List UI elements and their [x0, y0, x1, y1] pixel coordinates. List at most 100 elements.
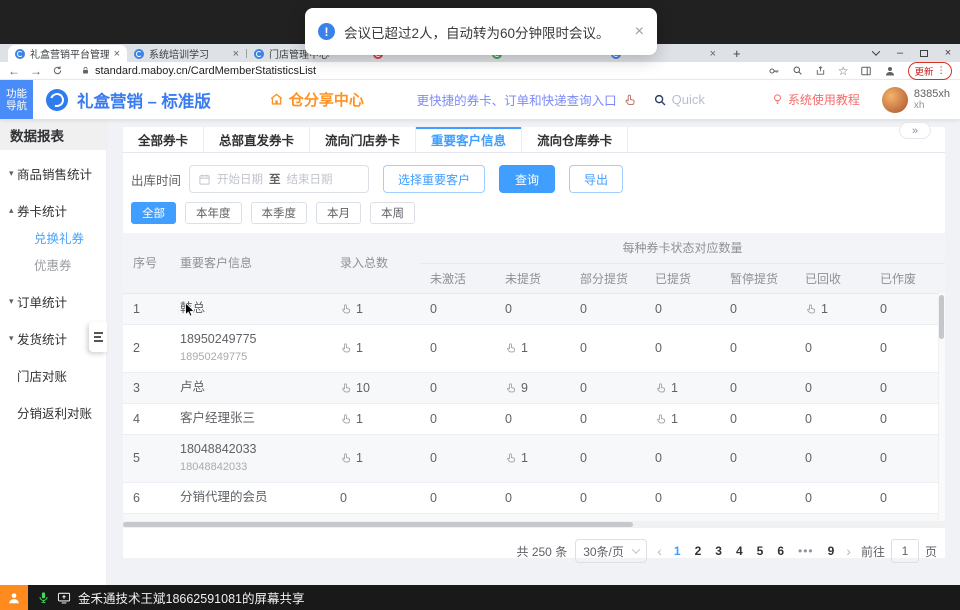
tab-all-cards[interactable]: 全部券卡	[123, 127, 204, 152]
page-number[interactable]: 3	[715, 544, 722, 558]
cell-count[interactable]: 1	[795, 293, 870, 324]
cell-count: 0	[570, 372, 645, 403]
cell-count[interactable]: 10	[330, 372, 420, 403]
user-menu[interactable]: 8385xh xh	[882, 87, 950, 113]
page-number[interactable]: 6	[777, 544, 784, 558]
sidebar-item-exchange-voucher[interactable]: 兑换礼券	[0, 224, 106, 251]
side-panel-icon[interactable]	[860, 65, 872, 77]
goto-unit: 页	[925, 543, 937, 560]
microphone-icon[interactable]	[37, 591, 50, 604]
key-icon[interactable]	[768, 65, 780, 77]
page-number[interactable]: 2	[695, 544, 702, 558]
cell-count[interactable]: 1	[495, 324, 570, 372]
chrome-update-button[interactable]: 更新 ⋮	[908, 62, 952, 80]
cell-count[interactable]: 1	[645, 513, 720, 521]
cell-count[interactable]: 1	[330, 434, 420, 482]
quick-entry-link[interactable]: 更快捷的券卡、订单和快递查询入口	[417, 90, 637, 109]
export-button[interactable]: 导出	[569, 165, 623, 193]
sidebar-item-product-sales[interactable]: ▾ 商品销售统计	[0, 160, 106, 187]
tab-hq-direct-cards[interactable]: 总部直发券卡	[204, 127, 310, 152]
tab-close-icon[interactable]: ×	[233, 48, 239, 60]
prev-page-icon[interactable]: ‹	[655, 543, 664, 559]
page-number[interactable]: 1	[674, 544, 681, 558]
quick-search[interactable]: Quick	[653, 92, 705, 107]
back-icon[interactable]: ←	[8, 64, 20, 78]
page-number[interactable]: 5	[757, 544, 764, 558]
date-range-input[interactable]: 开始日期 至 结束日期	[189, 165, 369, 193]
close-button[interactable]: ×	[936, 44, 960, 62]
browser-tab-giftbox[interactable]: 礼盒营销平台管理中心 ×	[8, 45, 127, 62]
cell-count[interactable]: 1	[645, 403, 720, 434]
sidebar-item-label: 分销返利对账	[17, 403, 92, 422]
scrollbar-thumb[interactable]	[939, 295, 944, 339]
tab-close-icon[interactable]: ×	[114, 48, 120, 60]
cell-count[interactable]: 1	[330, 293, 420, 324]
cell-count[interactable]: 20	[330, 513, 420, 521]
date-filter-label: 出库时间	[131, 170, 181, 189]
cell-count: 0	[570, 403, 645, 434]
range-week-button[interactable]: 本周	[370, 202, 415, 224]
scrollbar-thumb[interactable]	[123, 522, 633, 527]
bookmark-star-icon[interactable]: ☆	[838, 64, 849, 78]
cell-count[interactable]: 1	[330, 403, 420, 434]
browser-tab-training[interactable]: 系统培训学习 ×	[127, 45, 246, 62]
range-quarter-button[interactable]: 本季度	[251, 202, 308, 224]
customer-table: 序号 重要客户信息 录入总数 每种券卡状态对应数量 未激活未提货部分提货已提货暂…	[123, 233, 945, 521]
zoom-icon[interactable]	[792, 65, 803, 76]
screen-share-icon[interactable]	[57, 591, 71, 605]
sidebar-item-store-reconciliation[interactable]: 门店对账	[0, 362, 106, 389]
vertical-scrollbar[interactable]	[938, 293, 945, 521]
query-button[interactable]: 查询	[499, 165, 555, 193]
range-month-button[interactable]: 本月	[316, 202, 361, 224]
sidebar-item-card-stats[interactable]: ▴ 券卡统计	[0, 197, 106, 224]
cell-count[interactable]: 1	[645, 372, 720, 403]
sidebar-item-coupon[interactable]: 优惠券	[0, 251, 106, 278]
user-sub: xh	[914, 100, 950, 111]
pointing-hand-icon	[340, 413, 352, 425]
function-nav-toggle[interactable]: 功能 导航	[0, 80, 33, 119]
expand-collapse-button[interactable]: »	[899, 122, 931, 139]
tutorial-link[interactable]: 系统使用教程	[771, 91, 860, 108]
refresh-icon[interactable]	[52, 65, 63, 76]
cell-count: 0	[495, 403, 570, 434]
horizontal-scrollbar[interactable]	[123, 521, 945, 528]
maximize-button[interactable]	[912, 44, 936, 62]
tab-warehouse-flow-cards[interactable]: 流向仓库券卡	[522, 127, 628, 152]
cell-count[interactable]: 9	[495, 372, 570, 403]
cell-count: 0	[645, 482, 720, 513]
sidebar-item-label: 券卡统计	[17, 201, 67, 220]
cell-count[interactable]: 1	[495, 434, 570, 482]
sidebar-item-rebate-reconciliation[interactable]: 分销返利对账	[0, 399, 106, 426]
sidebar-item-order-stats[interactable]: ▾ 订单统计	[0, 288, 106, 315]
toast-close-icon[interactable]: ×	[635, 23, 644, 41]
cell-row-number: 3	[123, 372, 170, 403]
url-field[interactable]: standard.maboy.cn/CardMemberStatisticsLi…	[81, 65, 768, 77]
sidebar-collapse-handle[interactable]	[89, 322, 107, 352]
tab-important-customers[interactable]: 重要客户信息	[416, 127, 522, 152]
cell-count[interactable]: 1	[330, 324, 420, 372]
range-year-button[interactable]: 本年度	[185, 202, 242, 224]
cell-count[interactable]: 1	[495, 513, 570, 521]
warehouse-share-center-link[interactable]: 仓分享中心	[269, 89, 364, 110]
page-number[interactable]: 9	[828, 544, 835, 558]
share-icon[interactable]	[815, 65, 826, 76]
select-customer-button[interactable]: 选择重要客户	[383, 165, 485, 193]
tab-store-flow-cards[interactable]: 流向门店券卡	[310, 127, 416, 152]
quick-range-row: 全部 本年度 本季度 本月 本周	[131, 202, 945, 224]
tab-close-icon[interactable]: ×	[710, 48, 716, 60]
page-number[interactable]: 4	[736, 544, 743, 558]
range-all-button[interactable]: 全部	[131, 202, 176, 224]
profile-icon[interactable]	[884, 65, 896, 77]
forward-icon[interactable]: →	[30, 64, 42, 78]
new-tab-button[interactable]: +	[733, 46, 741, 61]
tab-search-icon[interactable]	[864, 44, 888, 62]
search-icon	[653, 93, 667, 107]
page-size-select[interactable]: 30条/页	[575, 539, 647, 563]
user-name: 8385xh	[914, 88, 950, 100]
cell-count: 0	[570, 482, 645, 513]
next-page-icon[interactable]: ›	[844, 543, 853, 559]
participant-icon[interactable]	[0, 585, 28, 610]
goto-page-input[interactable]: 1	[891, 539, 919, 563]
cell-count[interactable]: 18	[420, 513, 495, 521]
minimize-button[interactable]: –	[888, 44, 912, 62]
